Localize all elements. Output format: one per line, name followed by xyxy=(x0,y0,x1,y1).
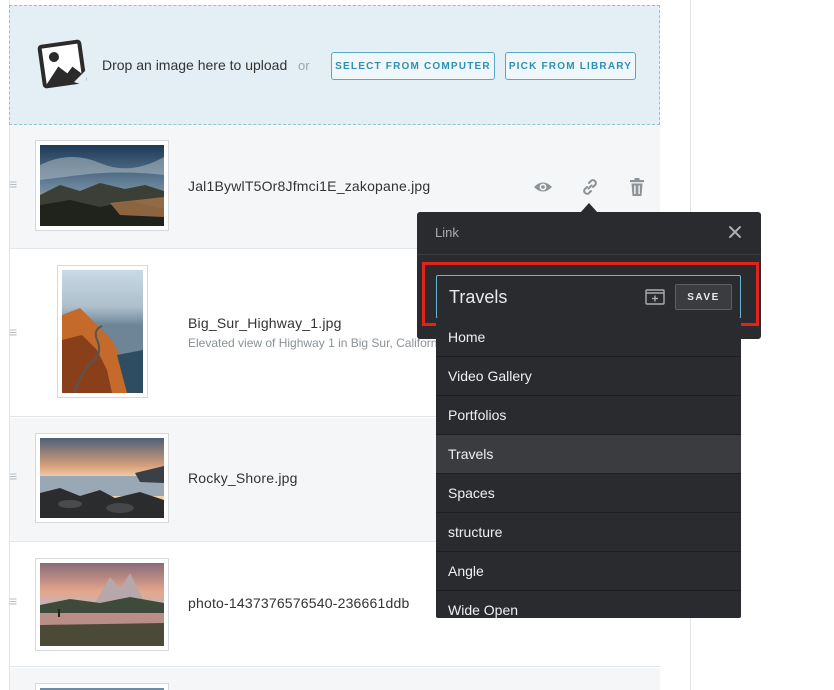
image-filename: Big_Sur_Highway_1.jpg xyxy=(188,315,342,331)
image-row xyxy=(10,668,660,690)
delete-trash-icon[interactable] xyxy=(626,176,648,198)
close-icon[interactable] xyxy=(727,224,743,240)
dropdown-option[interactable]: Video Gallery xyxy=(436,357,741,396)
image-thumbnail[interactable] xyxy=(35,683,169,690)
dropdown-option-active[interactable]: Travels xyxy=(436,435,741,474)
popover-divider xyxy=(417,254,761,255)
highlight-box xyxy=(422,262,759,326)
dropdown-option[interactable]: Portfolios xyxy=(436,396,741,435)
select-from-computer-button[interactable]: SELECT FROM COMPUTER xyxy=(331,52,495,80)
popover-title: Link xyxy=(435,225,459,240)
image-thumbnail[interactable] xyxy=(35,140,169,231)
mountain-lake-photo xyxy=(40,563,164,646)
rocky-shore-photo xyxy=(40,438,164,518)
image-upload-icon xyxy=(36,38,88,90)
drag-handle-icon[interactable]: ≡ xyxy=(9,325,17,339)
drag-handle-icon[interactable]: ≡ xyxy=(9,469,17,483)
drag-handle-icon[interactable]: ≡ xyxy=(9,594,17,608)
page-options-dropdown: Home Video Gallery Portfolios Travels Sp… xyxy=(436,318,741,618)
big-sur-photo xyxy=(62,270,143,393)
dropdown-option[interactable]: Home xyxy=(436,318,741,357)
dropdown-option[interactable]: Spaces xyxy=(436,474,741,513)
image-description: Elevated view of Highway 1 in Big Sur, C… xyxy=(188,336,447,350)
image-filename: Rocky_Shore.jpg xyxy=(188,470,298,486)
dropdown-option[interactable]: structure xyxy=(436,513,741,552)
image-thumbnail[interactable] xyxy=(35,433,169,523)
zakopane-photo xyxy=(40,145,164,226)
image-thumbnail[interactable] xyxy=(35,558,169,651)
dropdown-option[interactable]: Angle xyxy=(436,552,741,591)
dropdown-option[interactable]: Wide Open xyxy=(436,591,741,618)
pick-from-library-button[interactable]: PICK FROM LIBRARY xyxy=(505,52,636,80)
or-separator: or xyxy=(298,58,310,73)
link-icon[interactable] xyxy=(579,176,601,198)
image-thumbnail[interactable] xyxy=(57,265,148,398)
preview-eye-icon[interactable] xyxy=(532,176,554,198)
upload-dropzone[interactable]: Drop an image here to upload or SELECT F… xyxy=(9,5,660,125)
image-filename: photo-1437376576540-236661ddb xyxy=(188,595,410,611)
drag-handle-icon[interactable]: ≡ xyxy=(9,177,17,191)
drop-instruction: Drop an image here to upload xyxy=(102,57,288,73)
image-filename: Jal1BywlT5Or8Jfmci1E_zakopane.jpg xyxy=(188,178,431,194)
